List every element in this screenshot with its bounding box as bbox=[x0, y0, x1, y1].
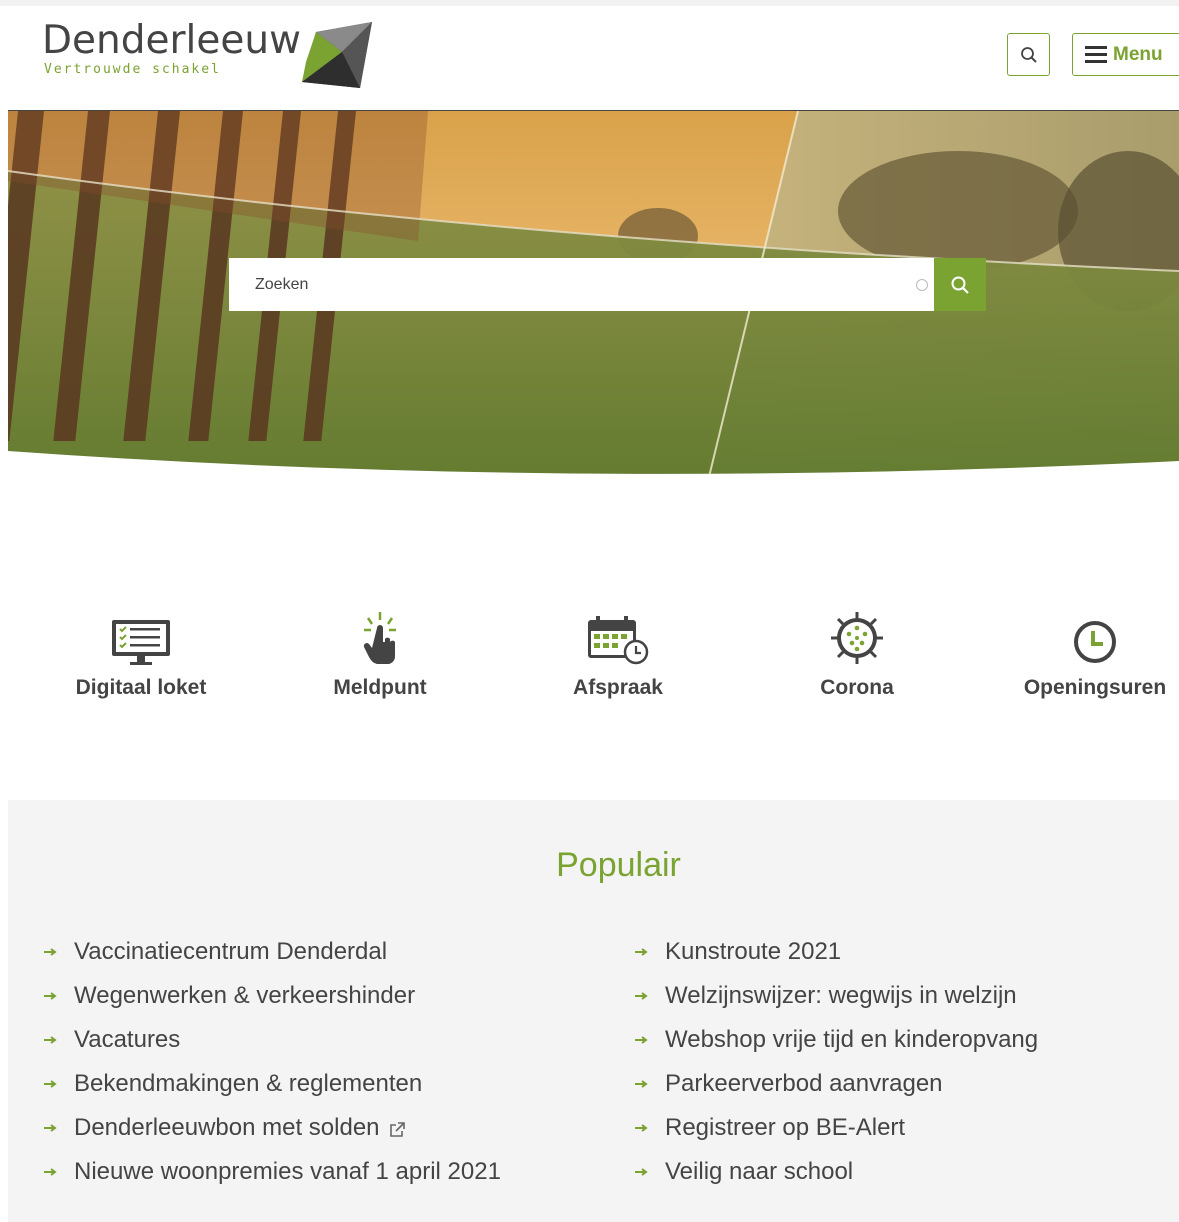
arrow-right-icon bbox=[44, 992, 57, 1000]
popular-link-label: Parkeerverbod aanvragen bbox=[665, 1070, 943, 1097]
menu-button[interactable]: Menu bbox=[1072, 33, 1179, 76]
popular-title: Populair bbox=[556, 846, 681, 884]
popular-link-label: Nieuwe woonpremies vanaf 1 april 2021 bbox=[74, 1158, 501, 1185]
quick-link-meldpunt[interactable]: Meldpunt bbox=[270, 600, 490, 700]
search-icon bbox=[1020, 46, 1037, 63]
popular-link-label: Veilig naar school bbox=[665, 1158, 854, 1185]
popular-link-vacatures[interactable]: Vacatures bbox=[44, 1018, 501, 1062]
popular-link-wegenwerken[interactable]: Wegenwerken & verkeershinder bbox=[44, 974, 501, 1018]
popular-link-vaccinatiecentrum[interactable]: Vaccinatiecentrum Denderdal bbox=[44, 930, 501, 974]
virus-icon bbox=[831, 612, 883, 664]
quick-link-openingsuren[interactable]: Openingsuren bbox=[985, 600, 1179, 700]
arrow-right-icon bbox=[635, 1036, 648, 1044]
popular-link-be-alert[interactable]: Registreer op BE-Alert bbox=[635, 1106, 1038, 1150]
popular-link-label: Vaccinatiecentrum Denderdal bbox=[74, 938, 388, 965]
clock-icon bbox=[1074, 621, 1116, 663]
hand-pointer-icon bbox=[363, 612, 396, 664]
monitor-checklist-icon bbox=[112, 620, 170, 665]
arrow-right-icon bbox=[44, 948, 57, 956]
popular-section: Populair Vaccinatiecentrum Denderdal Weg… bbox=[8, 800, 1179, 1222]
popular-link-webshop[interactable]: Webshop vrije tijd en kinderopvang bbox=[635, 1018, 1038, 1062]
logo-tagline: Vertrouwde schakel bbox=[44, 62, 221, 77]
popular-link-label: Bekendmakingen & reglementen bbox=[74, 1070, 423, 1097]
popular-link-denderleeuwbon[interactable]: Denderleeuwbon met solden bbox=[44, 1106, 501, 1150]
popular-list-right: Kunstroute 2021 Welzijnswijzer: wegwijs … bbox=[635, 930, 1038, 1194]
popular-link-label: Wegenwerken & verkeershinder bbox=[74, 982, 416, 1009]
quick-link-afspraak[interactable]: Afspraak bbox=[508, 600, 728, 700]
arrow-right-icon bbox=[635, 992, 648, 1000]
calendar-clock-icon bbox=[588, 616, 649, 665]
arrow-right-icon bbox=[44, 1080, 57, 1088]
top-strip bbox=[0, 0, 1179, 6]
popular-link-bekendmakingen[interactable]: Bekendmakingen & reglementen bbox=[44, 1062, 501, 1106]
search-icon bbox=[951, 276, 969, 294]
popular-link-label: Webshop vrije tijd en kinderopvang bbox=[665, 1026, 1039, 1053]
popular-link-label: Welzijnswijzer: wegwijs in welzijn bbox=[665, 982, 1017, 1009]
arrow-right-icon bbox=[44, 1036, 57, 1044]
popular-link-label: Vacatures bbox=[74, 1026, 181, 1053]
arrow-right-icon bbox=[635, 948, 648, 956]
quick-link-corona[interactable]: Corona bbox=[747, 600, 967, 700]
popular-link-label: Denderleeuwbon met solden bbox=[74, 1114, 380, 1141]
clear-icon[interactable] bbox=[916, 279, 928, 291]
popular-link-woonpremies[interactable]: Nieuwe woonpremies vanaf 1 april 2021 bbox=[44, 1150, 501, 1194]
hamburger-icon bbox=[1085, 45, 1107, 64]
quick-link-label: Digitaal loket bbox=[75, 676, 207, 699]
hero-search bbox=[229, 258, 986, 311]
arrow-right-icon bbox=[635, 1080, 648, 1088]
arrow-right-icon bbox=[635, 1168, 648, 1176]
external-link-icon bbox=[389, 1122, 405, 1137]
logo-mark-icon bbox=[302, 22, 372, 88]
popular-link-kunstroute[interactable]: Kunstroute 2021 bbox=[635, 930, 1038, 974]
quick-link-digitaal-loket[interactable]: Digitaal loket bbox=[31, 600, 251, 700]
popular-list-left: Vaccinatiecentrum Denderdal Wegenwerken … bbox=[44, 930, 501, 1194]
arrow-right-icon bbox=[44, 1124, 57, 1132]
quick-link-label: Openingsuren bbox=[1023, 676, 1167, 699]
popular-link-label: Registreer op BE-Alert bbox=[665, 1114, 906, 1141]
quick-link-label: Meldpunt bbox=[333, 676, 427, 699]
arrow-right-icon bbox=[635, 1124, 648, 1132]
popular-link-welzijnswijzer[interactable]: Welzijnswijzer: wegwijs in welzijn bbox=[635, 974, 1038, 1018]
popular-link-parkeerverbod[interactable]: Parkeerverbod aanvragen bbox=[635, 1062, 1038, 1106]
search-submit-button[interactable] bbox=[934, 258, 986, 311]
search-input[interactable] bbox=[229, 258, 934, 311]
quick-links: Digitaal loket Meldpunt Afspraak Corona … bbox=[0, 600, 1179, 720]
site-header: Denderleeuw Vertrouwde schakel Menu bbox=[0, 0, 1179, 110]
quick-link-label: Afspraak bbox=[573, 676, 663, 699]
popular-link-label: Kunstroute 2021 bbox=[665, 938, 842, 965]
header-search-button[interactable] bbox=[1007, 33, 1050, 76]
logo-name: Denderleeuw bbox=[42, 18, 301, 63]
arrow-right-icon bbox=[44, 1168, 57, 1176]
popular-link-veilig-naar-school[interactable]: Veilig naar school bbox=[635, 1150, 1038, 1194]
menu-label: Menu bbox=[1113, 43, 1163, 65]
quick-link-label: Corona bbox=[820, 676, 894, 699]
site-logo[interactable]: Denderleeuw Vertrouwde schakel bbox=[40, 18, 380, 98]
